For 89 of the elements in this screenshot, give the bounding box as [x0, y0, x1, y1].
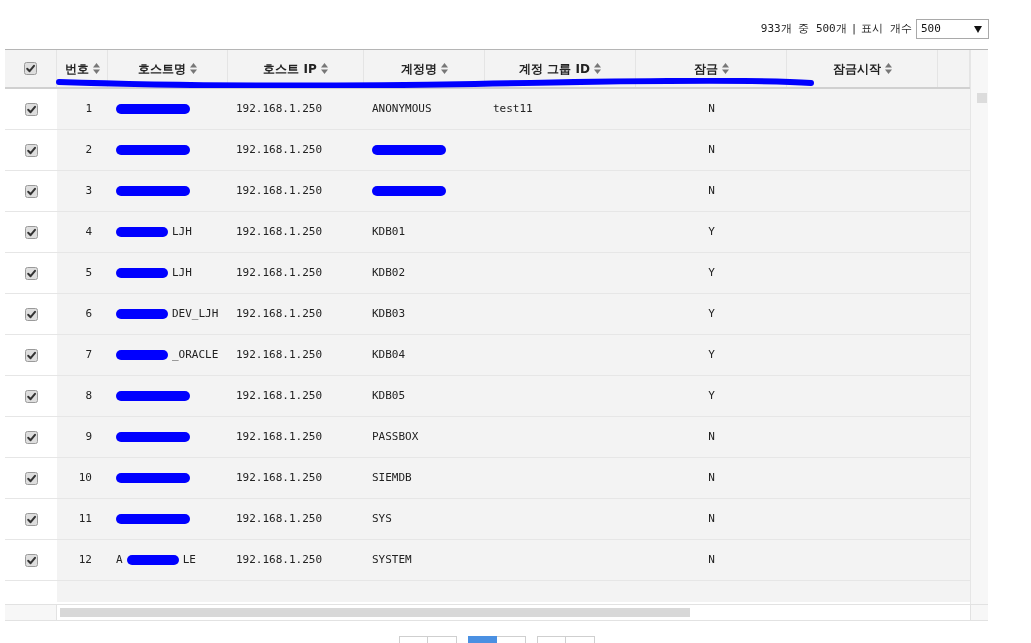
- host-ip: 192.168.1.250: [236, 100, 323, 117]
- checkbox[interactable]: [24, 225, 38, 239]
- host-name: LJH: [172, 223, 192, 240]
- lock-status: Y: [708, 223, 715, 240]
- checkbox[interactable]: [24, 512, 38, 526]
- host-name: _ORACLE: [172, 346, 219, 363]
- sort-icon[interactable]: [320, 63, 328, 74]
- checkbox[interactable]: [24, 348, 38, 362]
- sort-icon[interactable]: [593, 63, 601, 74]
- scrollbar-thumb[interactable]: [977, 93, 987, 103]
- account-name: SYS: [372, 510, 392, 527]
- group-id: test11: [493, 100, 533, 117]
- host-name: DEV_LJH: [172, 305, 219, 322]
- lock-status: N: [708, 469, 715, 486]
- page-size-select[interactable]: 500: [916, 19, 989, 39]
- host-ip: 192.168.1.250: [236, 387, 323, 404]
- row-number: 10: [78, 469, 92, 486]
- host-ip: 192.168.1.250: [236, 551, 323, 568]
- sort-icon[interactable]: [721, 63, 729, 74]
- row-number: 5: [85, 264, 92, 281]
- lock-status: N: [708, 141, 715, 158]
- account-name: KDB02: [372, 264, 406, 281]
- checkbox[interactable]: [24, 553, 38, 567]
- row-number: 7: [85, 346, 92, 363]
- sort-icon[interactable]: [190, 63, 197, 74]
- host-ip: 192.168.1.250: [236, 264, 323, 281]
- host-ip: 192.168.1.250: [236, 305, 323, 322]
- sort-icon[interactable]: [884, 63, 892, 74]
- row-number: 2: [85, 141, 92, 158]
- horizontal-scrollbar[interactable]: [5, 604, 988, 621]
- column-header[interactable]: 잠금: [693, 59, 718, 78]
- account-name: KDB05: [372, 387, 406, 404]
- account-name: KDB04: [372, 346, 406, 363]
- row-number: 8: [85, 387, 92, 404]
- account-name: KDB03: [372, 305, 406, 322]
- lock-status: N: [708, 510, 715, 527]
- checkbox[interactable]: [24, 389, 38, 403]
- host-name: LE: [182, 551, 196, 568]
- record-count: 933개 중 500개: [760, 21, 847, 37]
- checkbox[interactable]: [24, 307, 38, 321]
- column-header[interactable]: 번호: [64, 59, 89, 78]
- row-number: 6: [85, 305, 92, 322]
- row-number: 3: [85, 182, 92, 199]
- lock-status: Y: [708, 305, 715, 322]
- column-header[interactable]: 호스트 IP: [263, 59, 317, 78]
- checkbox[interactable]: [24, 430, 38, 444]
- scrollbar-thumb[interactable]: [60, 608, 690, 617]
- host-ip: 192.168.1.250: [236, 223, 323, 240]
- row-number: 9: [85, 428, 92, 445]
- host-ip: 192.168.1.250: [236, 141, 323, 158]
- host-ip: 192.168.1.250: [236, 428, 323, 445]
- column-header[interactable]: 호스트명: [138, 59, 186, 78]
- caret-down-icon: [974, 25, 982, 33]
- row-number: 4: [85, 223, 92, 240]
- lock-status: Y: [708, 346, 715, 363]
- checkbox[interactable]: [24, 184, 38, 198]
- separator: |: [850, 21, 858, 37]
- account-name: KDB01: [372, 223, 406, 240]
- account-name: PASSBOX: [372, 428, 419, 445]
- column-header[interactable]: 계정 그룹 ID: [519, 59, 590, 78]
- lock-status: N: [708, 551, 715, 568]
- checkbox[interactable]: [24, 102, 38, 116]
- checkbox[interactable]: [24, 266, 38, 280]
- row-number: 11: [78, 510, 92, 527]
- account-name: ANONYMOUS: [372, 100, 432, 117]
- lock-status: N: [708, 428, 715, 445]
- account-name: SIEMDB: [372, 469, 412, 486]
- account-name: SYSTEM: [372, 551, 412, 568]
- host-ip: 192.168.1.250: [236, 182, 323, 199]
- host-ip: 192.168.1.250: [236, 346, 323, 363]
- sort-icon[interactable]: [440, 63, 448, 74]
- host-name: LJH: [172, 264, 192, 281]
- host-name: A: [116, 551, 123, 568]
- lock-status: Y: [708, 264, 715, 281]
- column-header[interactable]: 계정명: [400, 59, 437, 78]
- row-number: 1: [85, 100, 92, 117]
- lock-status: N: [708, 100, 715, 117]
- host-ip: 192.168.1.250: [236, 469, 323, 486]
- column-header[interactable]: 잠금시작: [832, 59, 881, 78]
- checkbox[interactable]: [24, 143, 38, 157]
- vertical-scrollbar[interactable]: [970, 50, 988, 604]
- lock-status: N: [708, 182, 715, 199]
- page-size-label: 표시 개수: [861, 21, 912, 37]
- lock-status: Y: [708, 387, 715, 404]
- checkbox[interactable]: [24, 62, 37, 75]
- checkbox[interactable]: [24, 471, 38, 485]
- host-ip: 192.168.1.250: [236, 510, 323, 527]
- row-number: 12: [78, 551, 92, 568]
- sort-icon[interactable]: [92, 63, 100, 74]
